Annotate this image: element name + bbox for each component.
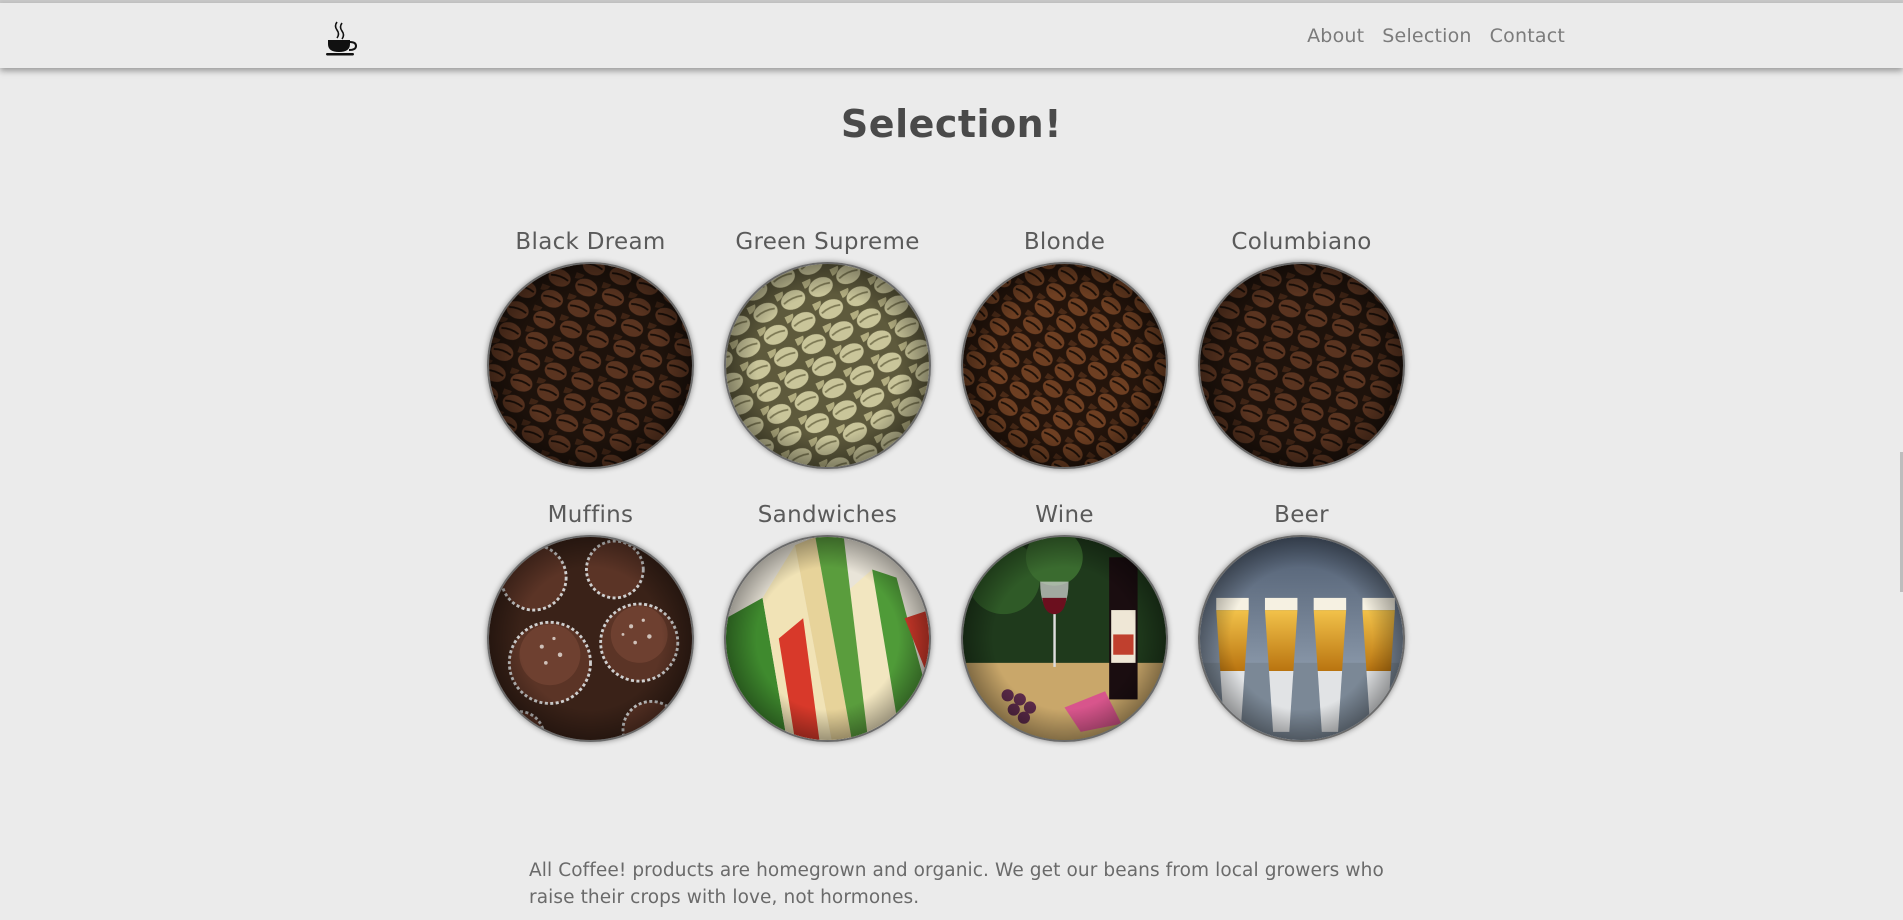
coffee-cup-icon[interactable]	[325, 20, 359, 56]
product-title: Columbiano	[1231, 229, 1372, 255]
nav-links: About Selection Contact	[1307, 25, 1565, 47]
product-card-blonde[interactable]: Blonde	[961, 222, 1168, 469]
product-image-sandwiches[interactable]	[724, 535, 931, 742]
nav-link-about[interactable]: About	[1307, 25, 1364, 47]
product-card-columbiano[interactable]: Columbiano	[1198, 222, 1405, 469]
nav-link-selection[interactable]: Selection	[1382, 25, 1471, 47]
navbar: About Selection Contact	[0, 3, 1903, 68]
product-card-muffins[interactable]: Muffins	[487, 495, 694, 742]
product-title: Muffins	[547, 502, 634, 528]
product-image-wine[interactable]	[961, 535, 1168, 742]
product-image-green-supreme[interactable]	[724, 262, 931, 469]
product-grid: Black Dream Green Supreme Blonde Columbi…	[487, 222, 1417, 742]
product-card-beer[interactable]: Beer	[1198, 495, 1405, 742]
product-card-green-supreme[interactable]: Green Supreme	[724, 222, 931, 469]
nav-link-contact[interactable]: Contact	[1490, 25, 1565, 47]
page-title: Selection!	[840, 102, 1063, 146]
product-title: Green Supreme	[735, 229, 920, 255]
product-title: Beer	[1274, 502, 1329, 528]
product-card-black-dream[interactable]: Black Dream	[487, 222, 694, 469]
product-title: Black Dream	[515, 229, 666, 255]
product-card-sandwiches[interactable]: Sandwiches	[724, 495, 931, 742]
product-title: Blonde	[1023, 229, 1106, 255]
product-title: Sandwiches	[757, 502, 898, 528]
product-image-muffins[interactable]	[487, 535, 694, 742]
product-card-wine[interactable]: Wine	[961, 495, 1168, 742]
product-image-black-dream[interactable]	[487, 262, 694, 469]
product-image-columbiano[interactable]	[1198, 262, 1405, 469]
product-image-blonde[interactable]	[961, 262, 1168, 469]
product-image-beer[interactable]	[1198, 535, 1405, 742]
footer-description: All Coffee! products are homegrown and o…	[529, 860, 1384, 908]
product-title: Wine	[1035, 502, 1094, 528]
